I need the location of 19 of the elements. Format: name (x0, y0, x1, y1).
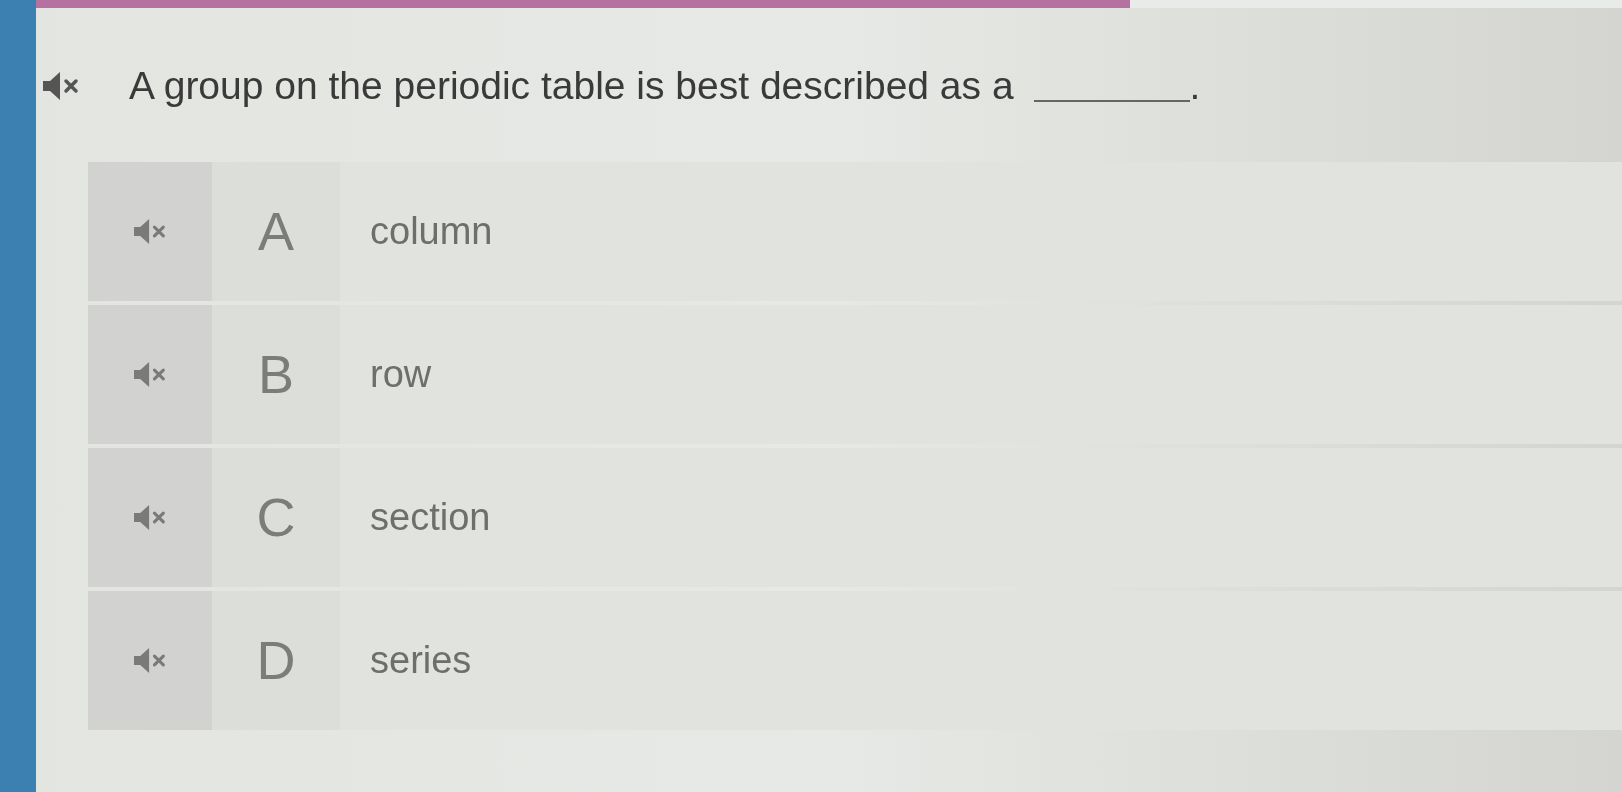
option-letter[interactable]: C (212, 448, 340, 587)
option-letter[interactable]: D (212, 591, 340, 730)
option-text[interactable]: series (340, 591, 1622, 730)
option-text[interactable]: column (340, 162, 1622, 301)
option-text[interactable]: row (340, 305, 1622, 444)
question-period: . (1189, 62, 1201, 109)
question-text: A group on the periodic table is best described as a (129, 62, 1014, 109)
audio-button[interactable] (88, 591, 212, 730)
speaker-muted-icon (134, 505, 166, 530)
speaker-muted-icon[interactable] (43, 72, 79, 100)
option-text[interactable]: section (340, 448, 1622, 587)
audio-button[interactable] (88, 305, 212, 444)
speaker-muted-icon (134, 362, 166, 387)
speaker-muted-icon (134, 648, 166, 673)
option-letter[interactable]: A (212, 162, 340, 301)
speaker-muted-icon (134, 219, 166, 244)
option-letter[interactable]: B (212, 305, 340, 444)
audio-button[interactable] (88, 162, 212, 301)
audio-button[interactable] (88, 448, 212, 587)
